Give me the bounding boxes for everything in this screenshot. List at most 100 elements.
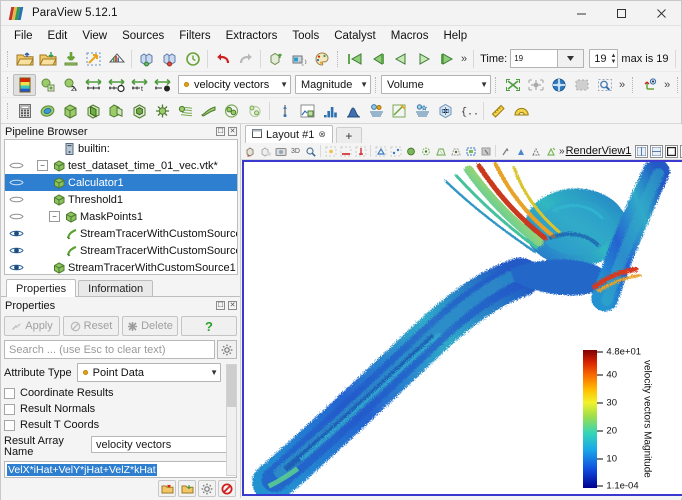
minimize-button[interactable] xyxy=(561,1,601,26)
save-screenshot-icon[interactable] xyxy=(105,48,128,70)
visibility-toggle[interactable] xyxy=(5,195,27,204)
toolbar-grip[interactable] xyxy=(373,76,379,94)
select-custom-icon[interactable] xyxy=(528,144,543,159)
color-map-editor-icon[interactable] xyxy=(13,73,36,96)
select-block-icon[interactable] xyxy=(463,144,478,159)
search-input[interactable] xyxy=(4,340,215,359)
render-view[interactable]: 4.8e+01 40 30 20 10 1.1e-04 velocity vec… xyxy=(242,160,682,496)
select-points-icon[interactable] xyxy=(388,144,403,159)
disconnect-server-icon[interactable] xyxy=(158,48,181,70)
time-inspector-icon[interactable] xyxy=(388,100,411,122)
apply-button[interactable]: Apply xyxy=(4,316,60,336)
result-tcoords-row[interactable]: Result T Coords xyxy=(4,417,237,433)
select-surface-cells-icon[interactable] xyxy=(403,144,418,159)
pipeline-item-streamtracer-1[interactable]: StreamTracerWithCustomSource1 xyxy=(5,225,237,242)
result-tcoords-checkbox[interactable] xyxy=(4,419,15,431)
zoom-to-data-icon[interactable] xyxy=(524,74,547,96)
result-array-name-input[interactable]: velocity vectors xyxy=(91,436,237,453)
maximize-view-icon[interactable] xyxy=(665,144,679,158)
annotate-icon[interactable]: {...} xyxy=(457,100,480,122)
expand-toggle[interactable]: − xyxy=(37,160,48,171)
pipeline-item-dataset[interactable]: − test_dataset_time_01_vec.vtk* xyxy=(5,157,237,174)
show-cube-axes-icon[interactable] xyxy=(338,144,353,159)
menu-macros[interactable]: Macros xyxy=(384,28,436,45)
split-vertical-icon[interactable] xyxy=(650,144,664,158)
layout-tab[interactable]: Layout #1 ⊗ xyxy=(245,125,333,143)
expression-input[interactable]: VelX*iHat+VelY*jHat+VelZ*kHat xyxy=(4,461,237,478)
properties-close-button[interactable]: ✕ xyxy=(228,301,237,310)
edit-color-map-icon[interactable] xyxy=(310,48,333,70)
select-frustum-points-icon[interactable] xyxy=(448,144,463,159)
animation-toolbar-grip[interactable] xyxy=(335,50,341,68)
camera-undo-icon[interactable] xyxy=(243,144,258,159)
open-recent-icon[interactable] xyxy=(36,48,59,70)
axes-toolbar-overflow-button[interactable]: » xyxy=(661,79,673,91)
slice-icon[interactable] xyxy=(82,100,105,122)
play-icon[interactable] xyxy=(412,48,435,70)
toolbar-grip[interactable] xyxy=(493,76,499,94)
reset-center-icon[interactable] xyxy=(353,144,368,159)
connect-server-icon[interactable] xyxy=(135,48,158,70)
first-frame-icon[interactable] xyxy=(343,48,366,70)
attribute-type-combo[interactable]: Point Data ▼ xyxy=(76,363,221,382)
pipeline-float-button[interactable]: ☐ xyxy=(216,127,225,136)
toolbar-grip[interactable] xyxy=(5,76,11,94)
expression-settings-icon[interactable] xyxy=(198,480,216,497)
rescale-data-range-icon[interactable] xyxy=(36,74,59,96)
toolbar-grip[interactable] xyxy=(5,50,11,68)
clear-selection-icon[interactable] xyxy=(543,144,558,159)
quartile-chart-icon[interactable] xyxy=(319,100,342,122)
screenshot-icon[interactable] xyxy=(273,144,288,159)
hover-cells-icon[interactable] xyxy=(498,144,513,159)
save-data-icon[interactable] xyxy=(59,48,82,70)
find-data-icon[interactable] xyxy=(679,48,682,70)
coordinate-results-checkbox[interactable] xyxy=(4,387,15,399)
properties-scrollbar-thumb[interactable] xyxy=(227,365,236,407)
glyph-icon[interactable] xyxy=(151,100,174,122)
properties-scrollbar[interactable] xyxy=(226,364,237,476)
plot-selection-icon[interactable] xyxy=(296,100,319,122)
stream-tracer-icon[interactable] xyxy=(174,100,197,122)
properties-float-button[interactable]: ☐ xyxy=(216,301,225,310)
ruler-icon[interactable] xyxy=(487,100,510,122)
menu-view[interactable]: View xyxy=(75,28,114,45)
previous-frame-icon[interactable] xyxy=(366,48,389,70)
pipeline-item-streamtracer-3[interactable]: StreamTracerWithCustomSource1 xyxy=(5,259,237,274)
extract-subset-icon[interactable] xyxy=(128,100,151,122)
zoom-icon[interactable] xyxy=(303,144,318,159)
visibility-toggle[interactable] xyxy=(5,229,27,238)
menu-extractors[interactable]: Extractors xyxy=(219,28,285,45)
rescale-over-time-icon[interactable] xyxy=(105,74,128,96)
protractor-icon[interactable] xyxy=(510,100,533,122)
color-by-combo[interactable]: velocity vectors ▼ xyxy=(178,75,291,94)
rescale-temporal-icon[interactable]: t xyxy=(128,74,151,96)
select-cells-icon[interactable] xyxy=(373,144,388,159)
pipeline-browser[interactable]: builtin: − test_dataset_time_01_vec.vtk* xyxy=(4,139,238,275)
calculator-icon[interactable] xyxy=(13,100,36,122)
pipeline-item-builtin[interactable]: builtin: xyxy=(5,140,237,157)
menu-tools[interactable]: Tools xyxy=(285,28,326,45)
clip-icon[interactable] xyxy=(59,100,82,122)
visibility-toggle[interactable] xyxy=(5,263,27,272)
pipeline-close-button[interactable]: ✕ xyxy=(228,127,237,136)
clear-expression-icon[interactable] xyxy=(218,480,236,497)
rescale-custom-icon[interactable]: 2 xyxy=(59,74,82,96)
layout-tab-close-icon[interactable]: ⊗ xyxy=(318,129,326,140)
scalar-bar-visibility-icon[interactable] xyxy=(151,74,174,96)
menu-catalyst[interactable]: Catalyst xyxy=(327,28,383,45)
reset-session-icon[interactable] xyxy=(181,48,204,70)
undo-icon[interactable] xyxy=(211,48,234,70)
select-surface-icon[interactable] xyxy=(570,74,593,96)
visibility-toggle[interactable] xyxy=(5,161,27,170)
3d-toggle-icon[interactable]: 3D xyxy=(288,144,303,159)
color-legend[interactable]: 4.8e+01 40 30 20 10 1.1e-04 velocity vec… xyxy=(583,347,674,492)
tab-information[interactable]: Information xyxy=(78,280,154,297)
representation-combo[interactable]: Volume ▼ xyxy=(381,75,491,94)
threshold-icon[interactable] xyxy=(105,100,128,122)
macros-icon[interactable] xyxy=(411,100,434,122)
camera-redo-icon[interactable] xyxy=(287,48,310,70)
extract-level-icon[interactable] xyxy=(243,100,266,122)
pipeline-item-threshold1[interactable]: Threshold1 xyxy=(5,191,237,208)
maximize-button[interactable] xyxy=(601,1,641,26)
coordinate-results-row[interactable]: Coordinate Results xyxy=(4,385,237,401)
